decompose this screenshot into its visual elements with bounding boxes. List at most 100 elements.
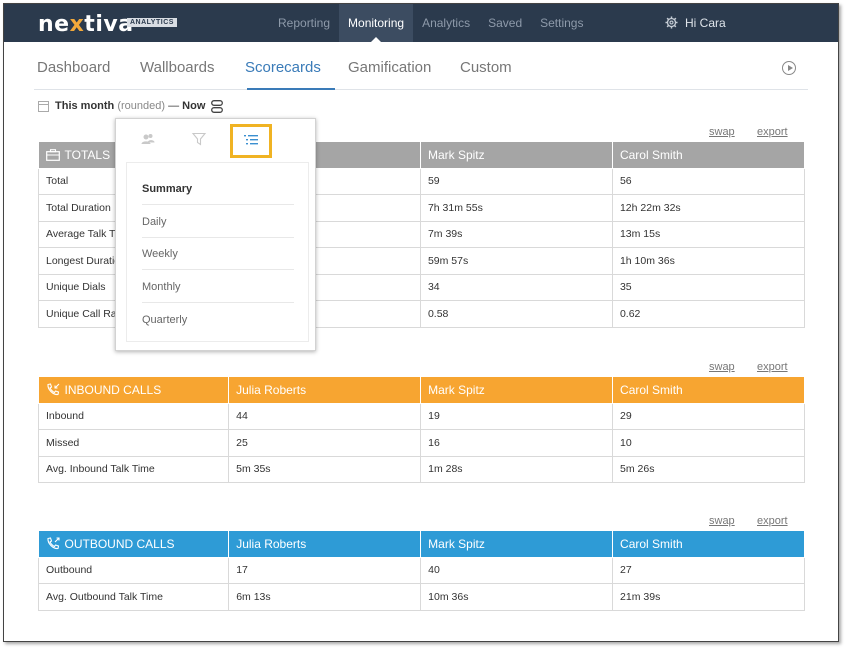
- menu-item-daily[interactable]: Daily: [142, 206, 294, 238]
- outbound-table: OUTBOUND CALLS Julia Roberts Mark Spitz …: [37, 531, 805, 611]
- table-row: Missed 25 16 10: [37, 429, 805, 457]
- view-options-icon[interactable]: [211, 100, 223, 113]
- totals-title: TOTALS: [64, 147, 111, 162]
- metric-label: Avg. Inbound Talk Time: [37, 455, 230, 483]
- granularity-tab[interactable]: [230, 124, 272, 158]
- cell-value: 5m 26s: [612, 455, 805, 483]
- table-row: Avg. Inbound Talk Time 5m 35s 1m 28s 5m 26s: [37, 455, 805, 483]
- inbound-title: INBOUND CALLS: [64, 382, 162, 397]
- agent-header[interactable]: Mark Spitz: [419, 142, 613, 169]
- menu-item-weekly[interactable]: Weekly: [142, 238, 294, 270]
- user-greeting[interactable]: Hi Cara: [685, 16, 726, 30]
- date-range[interactable]: This month (rounded) — Now: [55, 100, 205, 112]
- agent-header[interactable]: Julia Roberts: [228, 377, 422, 404]
- metric-label: Inbound: [37, 402, 230, 430]
- tab-scorecards[interactable]: Scorecards: [245, 59, 321, 76]
- outbound-swap-link[interactable]: swap: [709, 515, 735, 527]
- menu-item-summary[interactable]: Summary: [142, 173, 294, 205]
- granularity-menu: Summary Daily Weekly Monthly Quarterly: [126, 162, 309, 342]
- outbound-header-cell: OUTBOUND CALLS: [38, 531, 230, 558]
- cell-value: 19: [420, 402, 614, 430]
- totals-swap-link[interactable]: swap: [709, 126, 735, 138]
- table-row: Outbound 17 40 27: [37, 556, 805, 584]
- list-icon: [244, 135, 258, 145]
- cell-value: 7m 39s: [419, 220, 613, 248]
- menu-item-quarterly[interactable]: Quarterly: [142, 304, 294, 336]
- topnav-monitoring[interactable]: Monitoring: [339, 4, 414, 42]
- totals-export-link[interactable]: export: [757, 126, 788, 138]
- menu-item-monthly[interactable]: Monthly: [142, 271, 294, 303]
- cell-value: 0.62: [611, 300, 806, 328]
- outbound-export-link[interactable]: export: [757, 515, 788, 527]
- topnav-saved[interactable]: Saved: [479, 4, 531, 42]
- metric-label: Outbound: [37, 556, 230, 584]
- tab-gamification[interactable]: Gamification: [348, 59, 431, 76]
- gear-icon[interactable]: [665, 16, 678, 29]
- filter-icon[interactable]: [191, 131, 207, 147]
- cell-value: 21m 39s: [612, 583, 805, 611]
- cell-value: 27: [612, 556, 805, 584]
- date-qualifier: (rounded): [117, 100, 166, 112]
- table-row: Inbound 44 19 29: [37, 402, 805, 430]
- cell-value: 1h 10m 36s: [611, 247, 806, 275]
- cell-value: 34: [419, 273, 613, 301]
- agent-header[interactable]: Mark Spitz: [420, 377, 614, 404]
- outbound-title: OUTBOUND CALLS: [64, 536, 175, 551]
- cell-value: 13m 15s: [611, 220, 806, 248]
- date-start: This month: [55, 100, 115, 112]
- cell-value: 10m 36s: [420, 583, 614, 611]
- cell-value: 0.58: [419, 300, 613, 328]
- cell-value: 44: [228, 402, 422, 430]
- topnav-reporting[interactable]: Reporting: [269, 4, 339, 42]
- nextiva-logo[interactable]: nextiva: [38, 12, 134, 37]
- app-window: nextiva ANALYTICS Reporting Monitoring A…: [3, 3, 839, 642]
- logo-text-x: x: [69, 12, 85, 37]
- cell-value: 1m 28s: [420, 455, 614, 483]
- metric-label: Avg. Outbound Talk Time: [37, 583, 230, 611]
- cell-value: 29: [612, 402, 805, 430]
- agent-header[interactable]: Carol Smith: [612, 377, 805, 404]
- tab-wallboards[interactable]: Wallboards: [140, 59, 214, 76]
- popover-tabs: [116, 119, 315, 159]
- date-end: Now: [182, 100, 206, 112]
- inbound-table: INBOUND CALLS Julia Roberts Mark Spitz C…: [37, 377, 805, 483]
- metric-label: Missed: [37, 429, 230, 457]
- logo-text-left: ne: [38, 12, 70, 37]
- tab-dashboard[interactable]: Dashboard: [37, 59, 110, 76]
- cell-value: 16: [420, 429, 614, 457]
- tab-custom[interactable]: Custom: [460, 59, 512, 76]
- briefcase-icon: [45, 148, 60, 161]
- top-nav: Reporting Monitoring Analytics Saved Set…: [269, 4, 592, 42]
- active-tab-underline: [247, 88, 335, 90]
- table-row: Avg. Outbound Talk Time 6m 13s 10m 36s 21m …: [37, 583, 805, 611]
- cell-value: 56: [611, 167, 806, 195]
- cell-value: 40: [420, 556, 614, 584]
- topnav-analytics[interactable]: Analytics: [413, 4, 479, 42]
- play-icon[interactable]: [782, 61, 796, 75]
- inbound-header-row: INBOUND CALLS Julia Roberts Mark Spitz C…: [38, 377, 805, 404]
- cell-value: 35: [611, 273, 806, 301]
- agent-header[interactable]: Carol Smith: [611, 142, 806, 169]
- date-dash: —: [168, 100, 180, 112]
- inbound-call-icon: [46, 383, 59, 395]
- cell-value: 25: [228, 429, 422, 457]
- agent-header[interactable]: Carol Smith: [612, 531, 805, 558]
- cell-value: 59: [419, 167, 613, 195]
- agent-header[interactable]: Julia Roberts: [228, 531, 422, 558]
- users-icon[interactable]: [140, 131, 156, 147]
- calendar-icon[interactable]: [38, 101, 49, 112]
- cell-value: 10: [612, 429, 805, 457]
- cell-value: 59m 57s: [419, 247, 613, 275]
- view-options-popover: Summary Daily Weekly Monthly Quarterly: [115, 118, 316, 351]
- agent-header[interactable]: Mark Spitz: [420, 531, 614, 558]
- cell-value: 5m 35s: [228, 455, 422, 483]
- analytics-tag: ANALYTICS: [127, 18, 177, 27]
- cell-value: 17: [228, 556, 422, 584]
- inbound-export-link[interactable]: export: [757, 361, 788, 373]
- inbound-swap-link[interactable]: swap: [709, 361, 735, 373]
- topnav-settings[interactable]: Settings: [531, 4, 592, 42]
- cell-value: 6m 13s: [228, 583, 422, 611]
- outbound-header-row: OUTBOUND CALLS Julia Roberts Mark Spitz …: [38, 531, 805, 558]
- outbound-call-icon: [46, 537, 60, 549]
- cell-value: 7h 31m 55s: [419, 194, 613, 222]
